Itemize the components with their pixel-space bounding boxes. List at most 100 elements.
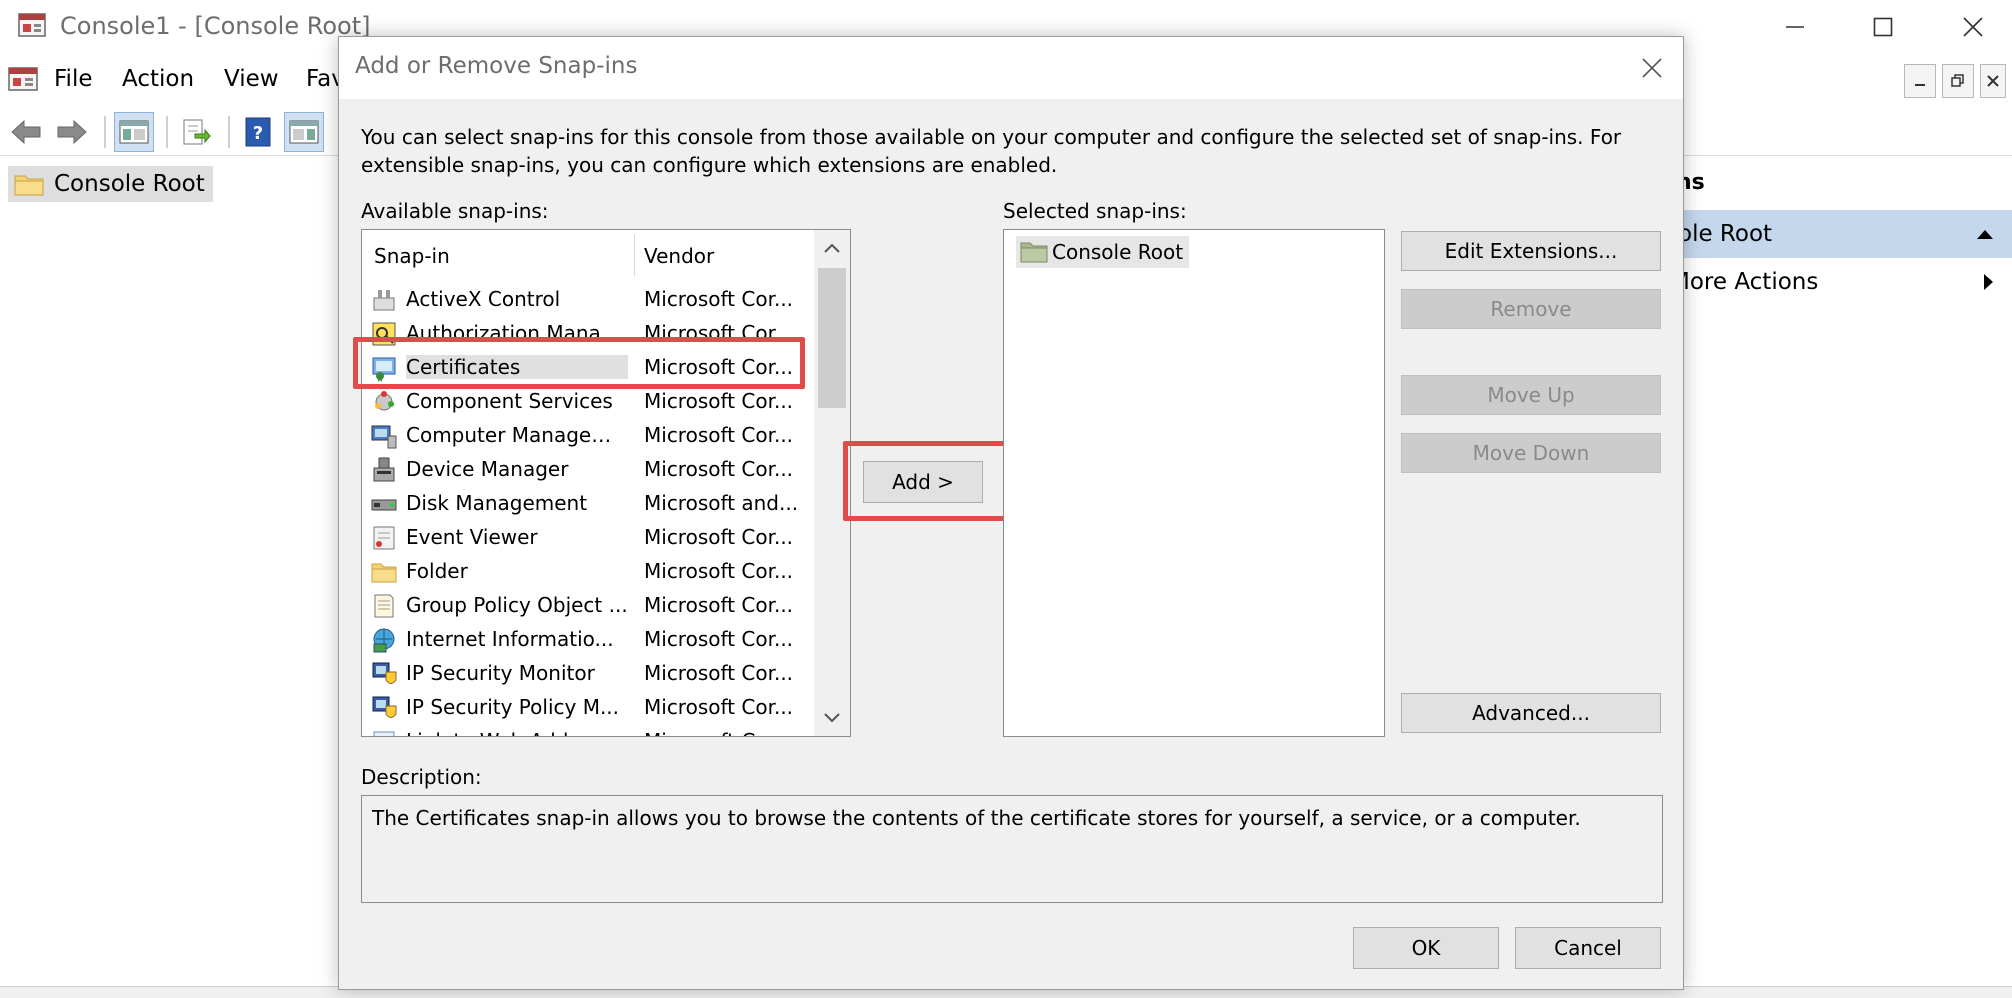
edit-extensions-button[interactable]: Edit Extensions... (1401, 231, 1661, 271)
console-tree-icon (119, 120, 149, 144)
console-menu-icon[interactable] (6, 62, 40, 96)
svg-text:?: ? (253, 123, 263, 144)
move-up-button[interactable]: Move Up (1401, 375, 1661, 415)
folder-icon (14, 175, 44, 196)
remove-button[interactable]: Remove (1401, 289, 1661, 329)
component-services-icon (370, 388, 398, 416)
help-icon: ? (245, 117, 271, 147)
snapin-row-folder[interactable]: Folder Microsoft Cor... (362, 554, 812, 588)
window-title: Console1 - [Console Root] (60, 12, 371, 40)
close-window-button[interactable] (1928, 0, 2012, 54)
column-header-vendor[interactable]: Vendor (644, 244, 714, 268)
cancel-button[interactable]: Cancel (1515, 927, 1661, 969)
snapin-row-computer-managem[interactable]: Computer Managem... Microsoft Cor... (362, 418, 812, 452)
snapin-row-internet-informatio[interactable]: Internet Informatio... Microsoft Cor... (362, 622, 812, 656)
actions-console-root-group[interactable]: ole Root (1676, 210, 2012, 258)
actions-group-label: ole Root (1678, 221, 1773, 247)
tree-item-console-root[interactable]: Console Root (8, 166, 213, 202)
child-restore-button[interactable] (1942, 64, 1974, 98)
scroll-up-button[interactable] (814, 230, 850, 266)
child-window-controls (1904, 64, 2006, 100)
scroll-down-button[interactable] (814, 700, 850, 736)
snapin-name: Computer Managem... (406, 423, 628, 447)
snapin-name: IP Security Monitor (406, 661, 595, 685)
snapin-vendor: Microsoft Cor... (644, 593, 794, 617)
link-icon (370, 728, 398, 736)
chevron-up-icon (824, 243, 840, 253)
toolbar-separator (228, 116, 230, 148)
dialog-intro-text: You can select snap-ins for this console… (361, 125, 1622, 177)
snapin-vendor: Microsoft Cor... (644, 661, 794, 685)
menu-view[interactable]: View (224, 66, 279, 92)
snapin-vendor: Microsoft Cor... (644, 287, 794, 311)
forward-arrow-icon (57, 119, 87, 145)
export-list-button[interactable] (176, 112, 216, 152)
available-snapins-list[interactable]: Snap-in Vendor ActiveX Control Microsoft … (361, 229, 851, 737)
maximize-button[interactable] (1838, 0, 1928, 54)
snapin-row-device-manager[interactable]: Device Manager Microsoft Cor... (362, 452, 812, 486)
actions-more-actions[interactable]: More Actions (1670, 258, 2012, 306)
maximize-icon (1873, 17, 1893, 37)
tree-item-label: Console Root (54, 171, 205, 197)
back-button[interactable] (6, 112, 46, 152)
group-policy-icon (370, 592, 398, 620)
snapin-vendor: Microsoft Cor... (644, 525, 794, 549)
folder-icon (1020, 242, 1048, 263)
snapin-name: Folder (406, 559, 468, 583)
add-remove-snapins-dialog: Add or Remove Snap-ins You can select sn… (338, 36, 1684, 990)
column-divider[interactable] (634, 234, 635, 276)
snapin-name: Group Policy Object ... (406, 593, 628, 617)
child-close-button[interactable] (1980, 64, 2006, 98)
dialog-title: Add or Remove Snap-ins (355, 53, 638, 79)
snapin-row-activex-control[interactable]: ActiveX Control Microsoft Cor... (362, 282, 812, 316)
list-header: Snap-in Vendor (362, 230, 812, 280)
certificates-highlight-box (353, 337, 805, 389)
menu-file[interactable]: File (54, 66, 93, 92)
selected-item-console-root[interactable]: Console Root (1016, 236, 1190, 268)
show-hide-action-pane-button[interactable] (284, 112, 324, 152)
close-icon (1987, 75, 1999, 87)
add-button-highlight-box (843, 441, 1013, 521)
snapin-vendor: Microsoft Cor... (644, 695, 794, 719)
restore-icon (1951, 74, 1964, 87)
column-header-snapin[interactable]: Snap-in (374, 244, 450, 268)
ok-button[interactable]: OK (1353, 927, 1499, 969)
snapin-vendor: Microsoft and... (644, 491, 799, 515)
mmc-app-icon (18, 13, 46, 37)
disk-management-icon (370, 490, 398, 518)
selected-snapins-list[interactable]: Console Root (1003, 229, 1385, 737)
forward-button[interactable] (52, 112, 92, 152)
ip-security-policy-icon (370, 694, 398, 722)
available-snapins-label: Available snap-ins: (361, 199, 549, 223)
child-minimize-button[interactable] (1904, 64, 1936, 98)
snapin-row-link-to-web-address[interactable]: Link to Web Address Microsoft Cor... (362, 724, 812, 736)
scroll-thumb[interactable] (818, 268, 846, 408)
snapin-vendor: Microsoft Cor... (644, 559, 794, 583)
dialog-close-button[interactable] (1627, 43, 1677, 93)
export-list-icon (183, 119, 211, 145)
snapin-row-component-services[interactable]: Component Services Microsoft Cor... (362, 384, 812, 418)
help-button[interactable]: ? (238, 112, 278, 152)
snapin-vendor: Microsoft Cor... (644, 389, 794, 413)
snapin-vendor: Microsoft Cor... (644, 729, 804, 736)
device-manager-icon (370, 456, 398, 484)
snapin-row-event-viewer[interactable]: Event Viewer Microsoft Cor... (362, 520, 812, 554)
folder-icon (370, 558, 398, 586)
snapin-vendor: Microsoft Cor... (644, 423, 794, 447)
snapin-row-ip-security-policy-m[interactable]: IP Security Policy M... Microsoft Cor... (362, 690, 812, 724)
snapin-row-disk-management[interactable]: Disk Management Microsoft and... (362, 486, 812, 520)
console-tree-pane: Console Root (0, 156, 340, 986)
show-hide-tree-button[interactable] (114, 112, 154, 152)
snapin-vendor: Microsoft Cor... (644, 627, 794, 651)
snapin-row-ip-security-monitor[interactable]: IP Security Monitor Microsoft Cor... (362, 656, 812, 690)
snapin-name: Component Services (406, 389, 613, 413)
menu-action[interactable]: Action (122, 66, 194, 92)
actions-pane: ns ole Root More Actions (1670, 156, 2012, 986)
move-down-button[interactable]: Move Down (1401, 433, 1661, 473)
minimize-button[interactable] (1750, 0, 1840, 54)
snapin-row-group-policy-object[interactable]: Group Policy Object ... Microsoft Cor... (362, 588, 812, 622)
advanced-button[interactable]: Advanced... (1401, 693, 1661, 733)
collapse-up-icon (1977, 230, 1993, 239)
more-actions-label: More Actions (1670, 269, 1819, 295)
ip-security-monitor-icon (370, 660, 398, 688)
